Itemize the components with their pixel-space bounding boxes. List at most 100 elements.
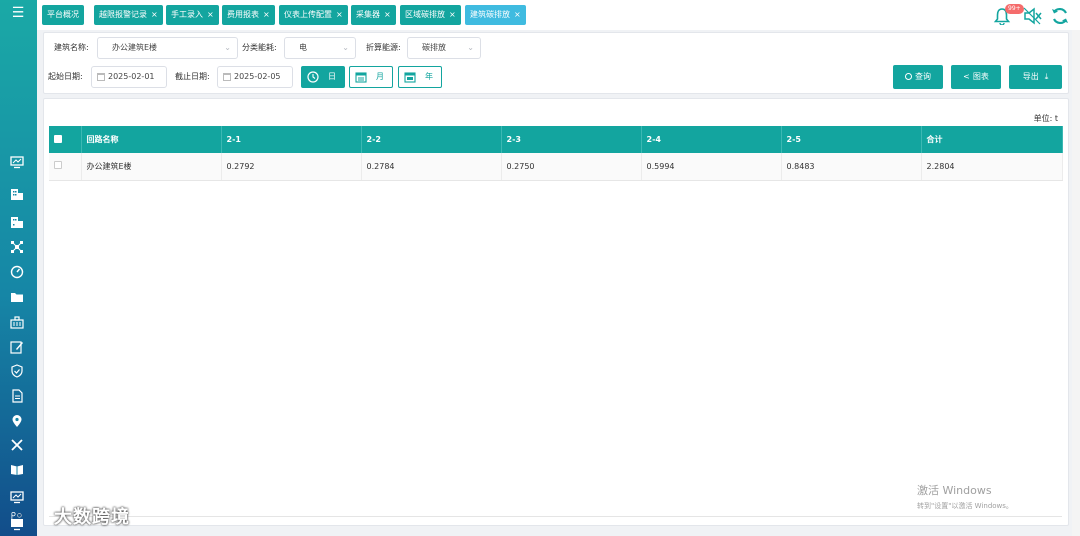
- mute-icon[interactable]: [1023, 7, 1043, 25]
- mode-day-label: 日: [328, 72, 336, 81]
- tools-icon[interactable]: [10, 438, 24, 452]
- query-label: 查询: [915, 72, 931, 81]
- city-icon[interactable]: [10, 315, 24, 329]
- row-select-cell[interactable]: [49, 153, 82, 181]
- close-icon[interactable]: ×: [384, 10, 391, 19]
- sidebar: ☰: [0, 0, 37, 536]
- dashboard-icon[interactable]: [10, 265, 24, 279]
- chevron-down-icon: ⌄: [224, 43, 231, 52]
- tab-meter-upload-config[interactable]: 仪表上传配置 ×: [279, 5, 348, 25]
- building-select[interactable]: 办公建筑E楼 ⌄: [97, 37, 238, 59]
- tab-building-carbon[interactable]: 建筑碳排放 ×: [465, 5, 526, 25]
- shield-icon[interactable]: [10, 364, 24, 378]
- building-name-label: 建筑名称:: [54, 43, 89, 52]
- buildings-icon[interactable]: [10, 215, 24, 229]
- network-icon[interactable]: [10, 240, 24, 254]
- menu-toggle-icon[interactable]: ☰: [10, 6, 26, 20]
- edit-icon[interactable]: [10, 340, 24, 354]
- share-icon: <: [963, 72, 970, 81]
- export-button[interactable]: 导出 ⤓: [1009, 65, 1062, 89]
- refresh-icon[interactable]: [1050, 6, 1070, 26]
- start-date-label: 起始日期:: [48, 72, 83, 81]
- clock-icon: [307, 71, 319, 83]
- category-select-value: 电: [299, 43, 307, 52]
- chevron-down-icon: ⌄: [342, 43, 349, 52]
- monitor-icon[interactable]: [10, 155, 24, 169]
- close-icon[interactable]: ×: [207, 10, 214, 19]
- close-icon[interactable]: ×: [336, 10, 343, 19]
- tab-bar: 平台概况 越限报警记录 × 手工录入 × 费用报表 × 仪表上传配置 × 采集器 × 区域…: [37, 0, 1080, 30]
- select-all-cell[interactable]: [49, 126, 82, 153]
- table-cell: 0.2750: [501, 153, 642, 181]
- tab-label: 区域碳排放: [405, 10, 445, 19]
- tab-label: 越限报警记录: [99, 10, 147, 19]
- tab-label: 手工录入: [171, 10, 203, 19]
- calendar-year-icon: [404, 72, 416, 83]
- tab-platform-overview[interactable]: 平台概况: [42, 5, 84, 25]
- table-cell: 2.2804: [921, 153, 1063, 181]
- export-label: 导出: [1022, 72, 1039, 81]
- tab-overlimit-alarm[interactable]: 越限报警记录 ×: [94, 5, 163, 25]
- category-energy-select[interactable]: 电 ⌄: [284, 37, 356, 59]
- windows-activation-watermark: 激活 Windows 转到"设置"以激活 Windows。: [917, 482, 1013, 511]
- horizontal-scrollbar[interactable]: [49, 516, 1062, 517]
- tab-region-carbon[interactable]: 区域碳排放 ×: [400, 5, 461, 25]
- tab-label: 费用报表: [227, 10, 259, 19]
- chart-button[interactable]: < 图表: [951, 65, 1001, 89]
- filter-panel: 建筑名称: 办公建筑E楼 ⌄ 分类能耗: 电 ⌄ 折算能源: 碳排放 ⌄ 起始日期: …: [43, 32, 1069, 94]
- calendar-icon: [223, 73, 231, 81]
- unit-label: 单位: t: [1033, 114, 1058, 123]
- book-icon[interactable]: [10, 462, 24, 476]
- column-header: 2-4: [641, 126, 782, 153]
- download-icon: ⤓: [1044, 72, 1049, 81]
- watermark-line2: 转到"设置"以激活 Windows。: [917, 502, 1013, 510]
- tab-collector[interactable]: 采集器 ×: [351, 5, 396, 25]
- notification-badge: 99+: [1005, 4, 1024, 14]
- table-row[interactable]: 办公建筑E楼 0.2792 0.2784 0.2750 0.5994 0.848…: [49, 153, 1063, 181]
- close-icon[interactable]: ×: [151, 10, 158, 19]
- watermark-line1: 激活 Windows: [917, 484, 992, 497]
- document-icon[interactable]: [10, 389, 24, 403]
- row-checkbox[interactable]: [54, 161, 62, 170]
- vertical-scrollbar[interactable]: [1072, 30, 1080, 536]
- tab-label: 建筑碳排放: [470, 10, 510, 19]
- tab-manual-entry[interactable]: 手工录入 ×: [166, 5, 219, 25]
- mode-day-button[interactable]: 日: [301, 66, 345, 88]
- query-button[interactable]: 查询: [893, 65, 943, 89]
- column-header: 2-1: [221, 126, 362, 153]
- convert-select-value: 碳排放: [422, 43, 446, 52]
- select-all-checkbox[interactable]: [54, 134, 62, 143]
- table-cell: 0.8483: [781, 153, 922, 181]
- start-date-input[interactable]: 2025-02-01: [91, 66, 167, 88]
- mode-year-label: 年: [425, 72, 433, 81]
- building-select-value: 办公建筑E楼: [112, 43, 158, 52]
- data-table: 回路名称 2-1 2-2 2-3 2-4 2-5 合计 办公建筑E楼 0.279…: [49, 126, 1063, 181]
- search-icon: [905, 73, 912, 80]
- building-icon[interactable]: [10, 187, 24, 201]
- tab-cost-report[interactable]: 费用报表 ×: [222, 5, 275, 25]
- table-header-row: 回路名称 2-1 2-2 2-3 2-4 2-5 合计: [49, 126, 1063, 153]
- end-date-input[interactable]: 2025-02-05: [217, 66, 293, 88]
- location-icon[interactable]: [10, 414, 24, 428]
- chevron-down-icon: ⌄: [467, 43, 474, 52]
- mode-month-button[interactable]: 月: [349, 66, 393, 88]
- end-date-label: 截止日期:: [175, 72, 210, 81]
- data-panel: 单位: t 回路名称 2-1 2-2 2-3 2-4 2-5 合计 办公建筑E楼…: [43, 98, 1069, 526]
- convert-energy-select[interactable]: 碳排放 ⌄: [407, 37, 481, 59]
- column-header: 回路名称: [81, 126, 222, 153]
- table-cell: 0.2784: [361, 153, 502, 181]
- close-icon[interactable]: ×: [449, 10, 456, 19]
- category-energy-label: 分类能耗:: [242, 43, 277, 52]
- column-header: 合计: [921, 126, 1063, 153]
- mode-month-label: 月: [376, 72, 384, 81]
- convert-energy-label: 折算能源:: [366, 43, 401, 52]
- calendar-icon: [97, 73, 105, 81]
- close-icon[interactable]: ×: [514, 10, 521, 19]
- tab-label: 采集器: [356, 10, 380, 19]
- chart-label: 图表: [972, 72, 989, 81]
- mode-year-button[interactable]: 年: [398, 66, 442, 88]
- column-header: 2-5: [781, 126, 922, 153]
- folder-icon[interactable]: [10, 290, 24, 304]
- close-icon[interactable]: ×: [263, 10, 270, 19]
- column-header: 2-2: [361, 126, 502, 153]
